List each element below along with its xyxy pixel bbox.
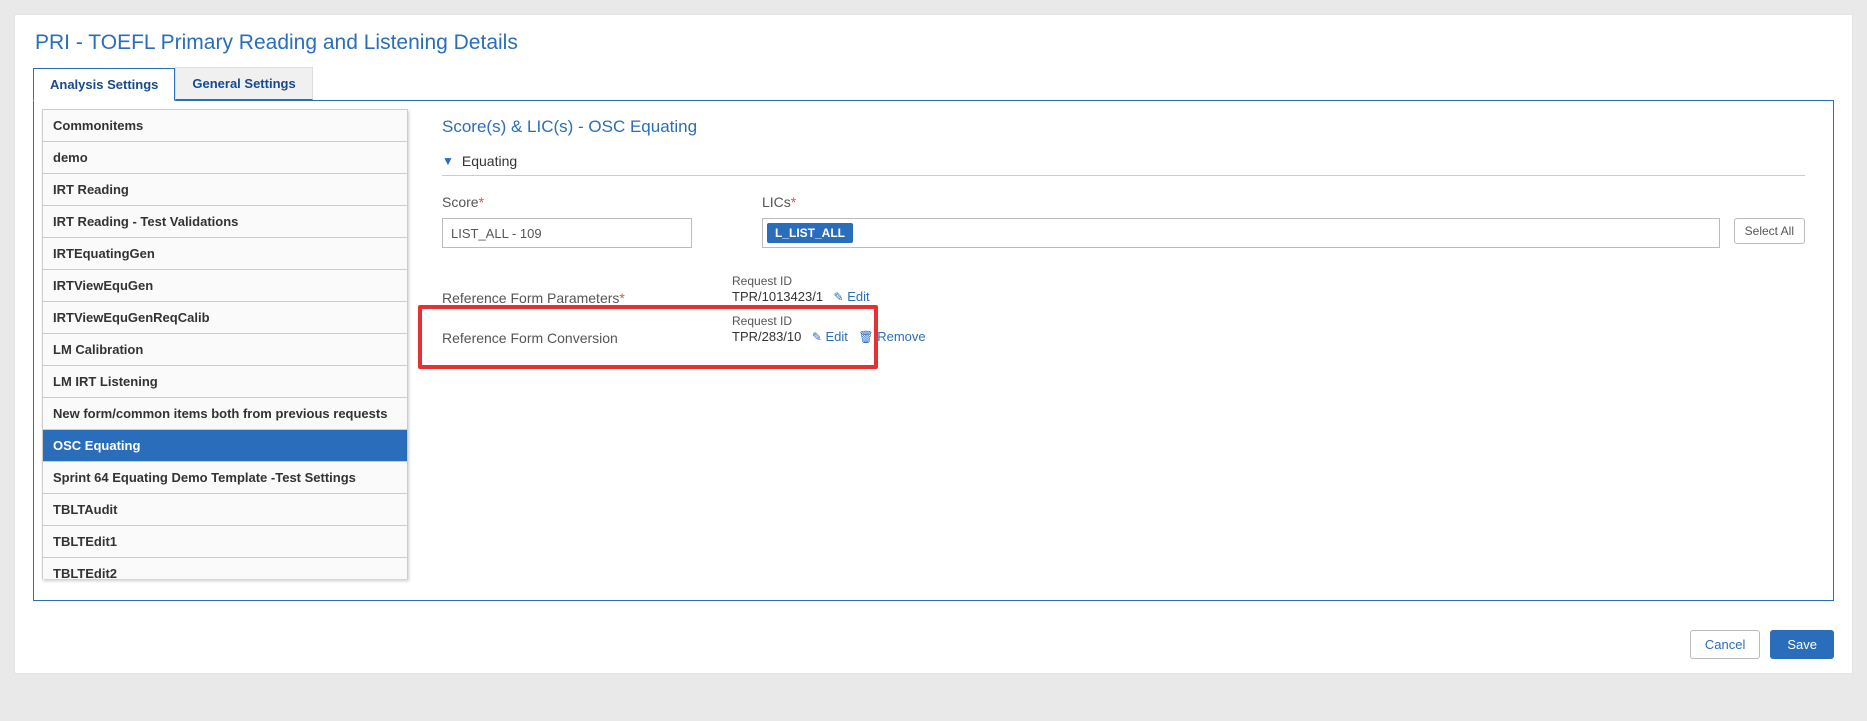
ref-conv-edit-link[interactable]: ✎ Edit bbox=[812, 329, 848, 344]
edit-icon: ✎ bbox=[812, 330, 822, 344]
cancel-button[interactable]: Cancel bbox=[1690, 630, 1760, 659]
sidebar-item[interactable]: OSC Equating bbox=[42, 430, 408, 462]
select-all-button[interactable]: Select All bbox=[1734, 218, 1805, 244]
sidebar-item[interactable]: TBLTEdit1 bbox=[42, 526, 408, 558]
sidebar-item[interactable]: Commonitems bbox=[42, 109, 408, 142]
ref-form-params-label: Reference Form Parameters* bbox=[442, 274, 702, 306]
save-button[interactable]: Save bbox=[1770, 630, 1834, 659]
ref-params-request-id: TPR/1013423/1 bbox=[732, 289, 823, 304]
sidebar-item[interactable]: IRTViewEquGen bbox=[42, 270, 408, 302]
tab-analysis-settings[interactable]: Analysis Settings bbox=[33, 68, 175, 101]
request-id-label: Request ID bbox=[732, 314, 992, 328]
section-title: Score(s) & LIC(s) - OSC Equating bbox=[442, 117, 1805, 137]
sidebar-list[interactable]: CommonitemsdemoIRT ReadingIRT Reading - … bbox=[42, 109, 408, 579]
edit-icon: ✎ bbox=[834, 290, 844, 304]
ref-conv-remove-link[interactable]: 🗑 Remove bbox=[858, 329, 925, 344]
chevron-down-icon: ▼ bbox=[442, 154, 454, 168]
sidebar-item[interactable]: IRTEquatingGen bbox=[42, 238, 408, 270]
tab-general-settings[interactable]: General Settings bbox=[175, 67, 312, 100]
ref-form-conversion-label: Reference Form Conversion bbox=[442, 314, 702, 346]
collapser-label: Equating bbox=[462, 153, 517, 169]
sidebar-item[interactable]: IRT Reading - Test Validations bbox=[42, 206, 408, 238]
sidebar-item[interactable]: IRT Reading bbox=[42, 174, 408, 206]
trash-icon: 🗑 bbox=[858, 330, 873, 344]
page-title: PRI - TOEFL Primary Reading and Listenin… bbox=[35, 31, 1834, 55]
lics-input[interactable]: L_LIST_ALL bbox=[762, 218, 1720, 248]
request-id-label: Request ID bbox=[732, 274, 992, 288]
sidebar-item[interactable]: TBLTAudit bbox=[42, 494, 408, 526]
sidebar-item[interactable]: TBLTEdit2 bbox=[42, 558, 408, 579]
score-input[interactable] bbox=[442, 218, 692, 248]
sidebar-item[interactable]: IRTViewEquGenReqCalib bbox=[42, 302, 408, 334]
lics-label: LICs* bbox=[762, 194, 1805, 210]
ref-conv-request-id: TPR/283/10 bbox=[732, 329, 801, 344]
tabs: Analysis Settings General Settings bbox=[33, 67, 1834, 101]
score-label: Score* bbox=[442, 194, 722, 210]
sidebar-item[interactable]: Sprint 64 Equating Demo Template -Test S… bbox=[42, 462, 408, 494]
ref-params-edit-link[interactable]: ✎ Edit bbox=[834, 289, 870, 304]
lic-tag[interactable]: L_LIST_ALL bbox=[767, 223, 853, 243]
equating-collapser[interactable]: ▼ Equating bbox=[442, 149, 1805, 176]
sidebar-item[interactable]: LM Calibration bbox=[42, 334, 408, 366]
sidebar-item[interactable]: demo bbox=[42, 142, 408, 174]
sidebar-item[interactable]: New form/common items both from previous… bbox=[42, 398, 408, 430]
sidebar-item[interactable]: LM IRT Listening bbox=[42, 366, 408, 398]
